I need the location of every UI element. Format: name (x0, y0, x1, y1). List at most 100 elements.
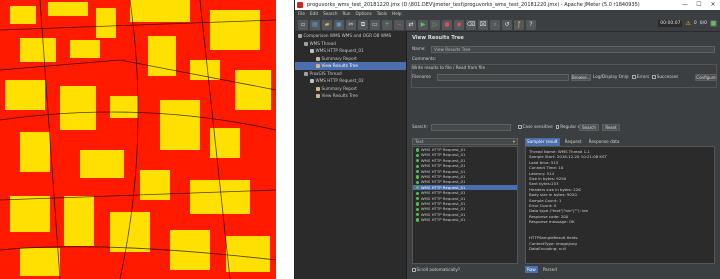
renderer-value: Text (415, 139, 424, 144)
new-icon[interactable]: ▫ (298, 19, 308, 30)
tree-node-label: Summary Report (321, 85, 357, 91)
help-icon[interactable]: ? (526, 19, 536, 30)
menu-run[interactable]: Run (343, 10, 351, 18)
paste-icon[interactable]: ▭ (370, 19, 380, 30)
clear-all-icon[interactable]: ⌧ (478, 19, 488, 30)
filename-input[interactable] (437, 74, 569, 81)
configure-button[interactable]: Configure (695, 74, 717, 81)
collapse-icon[interactable]: − (394, 19, 404, 30)
tree-node[interactable]: Comparison WMS WMS and OGR OB WMS (295, 32, 406, 40)
copy-icon[interactable]: ⧉ (358, 19, 368, 30)
minimize-button[interactable]: — (678, 0, 692, 10)
sample-label: WMS HTTP Request_01 (420, 152, 466, 158)
reset-search-icon[interactable]: ↺ (502, 19, 512, 30)
search-label: Search: (412, 124, 428, 129)
sample-label: WMS HTTP Request_01 (420, 206, 466, 212)
success-icon (416, 207, 420, 211)
result-tabs: Sampler result Request Response data (525, 138, 622, 146)
tree-node[interactable]: Summary Report (295, 85, 406, 93)
search-input[interactable] (431, 124, 511, 131)
tab-request[interactable]: Request (563, 138, 584, 146)
success-icon (416, 186, 420, 190)
sample-label: WMS HTTP Request_01 (420, 217, 466, 223)
name-field[interactable]: View Results Tree (431, 45, 715, 53)
tree-node-label: ProxGIS Thread (309, 70, 342, 76)
success-icon (416, 196, 420, 201)
success-icon (416, 218, 420, 222)
tree-node-label: Summary Report (321, 55, 357, 61)
maximize-button[interactable]: ☐ (692, 0, 706, 10)
case-sensitive-checkbox[interactable] (518, 125, 522, 129)
search-button[interactable]: Search (579, 124, 599, 131)
sample-label: WMS HTTP Request_01 (420, 157, 466, 163)
regular-exp-checkbox[interactable] (555, 125, 560, 129)
menu-search[interactable]: Search (323, 10, 337, 18)
search-icon[interactable]: ⌕ (490, 19, 500, 30)
menu-help[interactable]: Help (392, 10, 402, 18)
success-icon (416, 202, 420, 206)
tree-node[interactable]: Summary Report (295, 55, 406, 63)
tree-node-icon (316, 86, 320, 91)
menu-file[interactable]: File (298, 10, 305, 18)
success-icon (416, 159, 420, 163)
tree-node-icon (310, 79, 314, 83)
stop-icon[interactable]: ● (442, 19, 452, 30)
shutdown-icon[interactable]: ◉ (454, 19, 464, 30)
successes-label: Successes (656, 74, 679, 79)
tree-node-label: Comparison WMS WMS and OGR OB WMS (303, 33, 392, 38)
open-icon[interactable]: ▰ (322, 19, 332, 30)
menu-edit[interactable]: Edit (310, 10, 318, 18)
jmeter-window: proguvorks_wms_test_20181220.jmx (D:\801… (294, 0, 720, 279)
expand-icon[interactable]: + (382, 19, 392, 30)
tree-node[interactable]: ProxGIS Thread (295, 70, 406, 78)
sample-label: WMS HTTP Request_01 (420, 179, 466, 185)
function-helper-icon[interactable]: ƒ (514, 19, 524, 30)
tab-response-data[interactable]: Response data (587, 138, 622, 146)
tree-node[interactable]: View Results Tree (295, 92, 406, 100)
templates-icon[interactable]: ▤ (310, 19, 320, 30)
toggle-icon[interactable]: ⇄ (406, 19, 416, 30)
tree-node[interactable]: WMS Thread (295, 40, 406, 48)
title-bar: proguvorks_wms_test_20181220.jmx (D:\801… (295, 0, 720, 10)
scroll-label: Scroll automatically? (416, 267, 461, 272)
sample-label: WMS HTTP Request_01 (420, 173, 466, 179)
tab-sampler-result[interactable]: Sampler result (525, 138, 560, 146)
log-display-only-label: Log/Display Only: Errors Successes (593, 73, 678, 81)
successes-checkbox[interactable] (652, 75, 656, 79)
renderer-select[interactable]: Text ▾ (412, 138, 518, 145)
save-icon[interactable]: ▣ (334, 19, 344, 30)
browse-button[interactable]: Browse... (571, 74, 591, 81)
tree-node-icon (316, 94, 320, 98)
errors-checkbox[interactable] (632, 75, 636, 79)
tab-parsed[interactable]: Parsed (541, 266, 559, 273)
cut-icon[interactable]: ✂ (346, 19, 356, 30)
tree-node[interactable]: WMS HTTP Request_01 (295, 47, 406, 55)
scroll-checkbox[interactable] (412, 268, 416, 272)
start-icon[interactable]: ▶ (418, 19, 428, 30)
tree-node[interactable]: View Results Tree (295, 62, 406, 70)
reset-button[interactable]: Reset (602, 124, 620, 131)
menu-options[interactable]: Options (356, 10, 372, 18)
success-icon (416, 169, 420, 174)
sample-row[interactable]: WMS HTTP Request_01 (413, 217, 517, 222)
toolbar: ▫ ▤ ▰ ▣ ✂ ⧉ ▭ + − ⇄ ▶ ▷ ● ◉ ⌫ ⌧ ⌕ ↺ ƒ ? … (295, 18, 720, 32)
comments-label: Comments: (412, 56, 437, 61)
success-icon (416, 164, 420, 168)
sample-list: WMS HTTP Request_01 WMS HTTP Request_01 WM… (412, 146, 518, 264)
sample-label: WMS HTTP Request_01 (420, 184, 466, 190)
menu-tools[interactable]: Tools (377, 10, 387, 18)
tree-node[interactable]: WMS HTTP Request_02 (295, 77, 406, 85)
errors-label: Errors (636, 74, 650, 79)
sample-label: WMS HTTP Request_01 (420, 147, 466, 152)
tree-node-label: WMS Thread (309, 40, 336, 46)
map-raster (0, 0, 276, 279)
case-sensitive-label: Case sensitive (522, 124, 553, 129)
warning-icon[interactable]: ⚠ (685, 20, 690, 27)
start-no-pause-icon[interactable]: ▷ (430, 19, 440, 30)
filename-label: Filename (412, 74, 431, 79)
thread-count: 0/0 (699, 21, 707, 26)
close-button[interactable]: ✕ (706, 0, 720, 10)
clear-icon[interactable]: ⌫ (466, 19, 476, 30)
tab-raw[interactable]: Raw (525, 266, 538, 273)
sample-label: WMS HTTP Request_01 (420, 211, 466, 217)
